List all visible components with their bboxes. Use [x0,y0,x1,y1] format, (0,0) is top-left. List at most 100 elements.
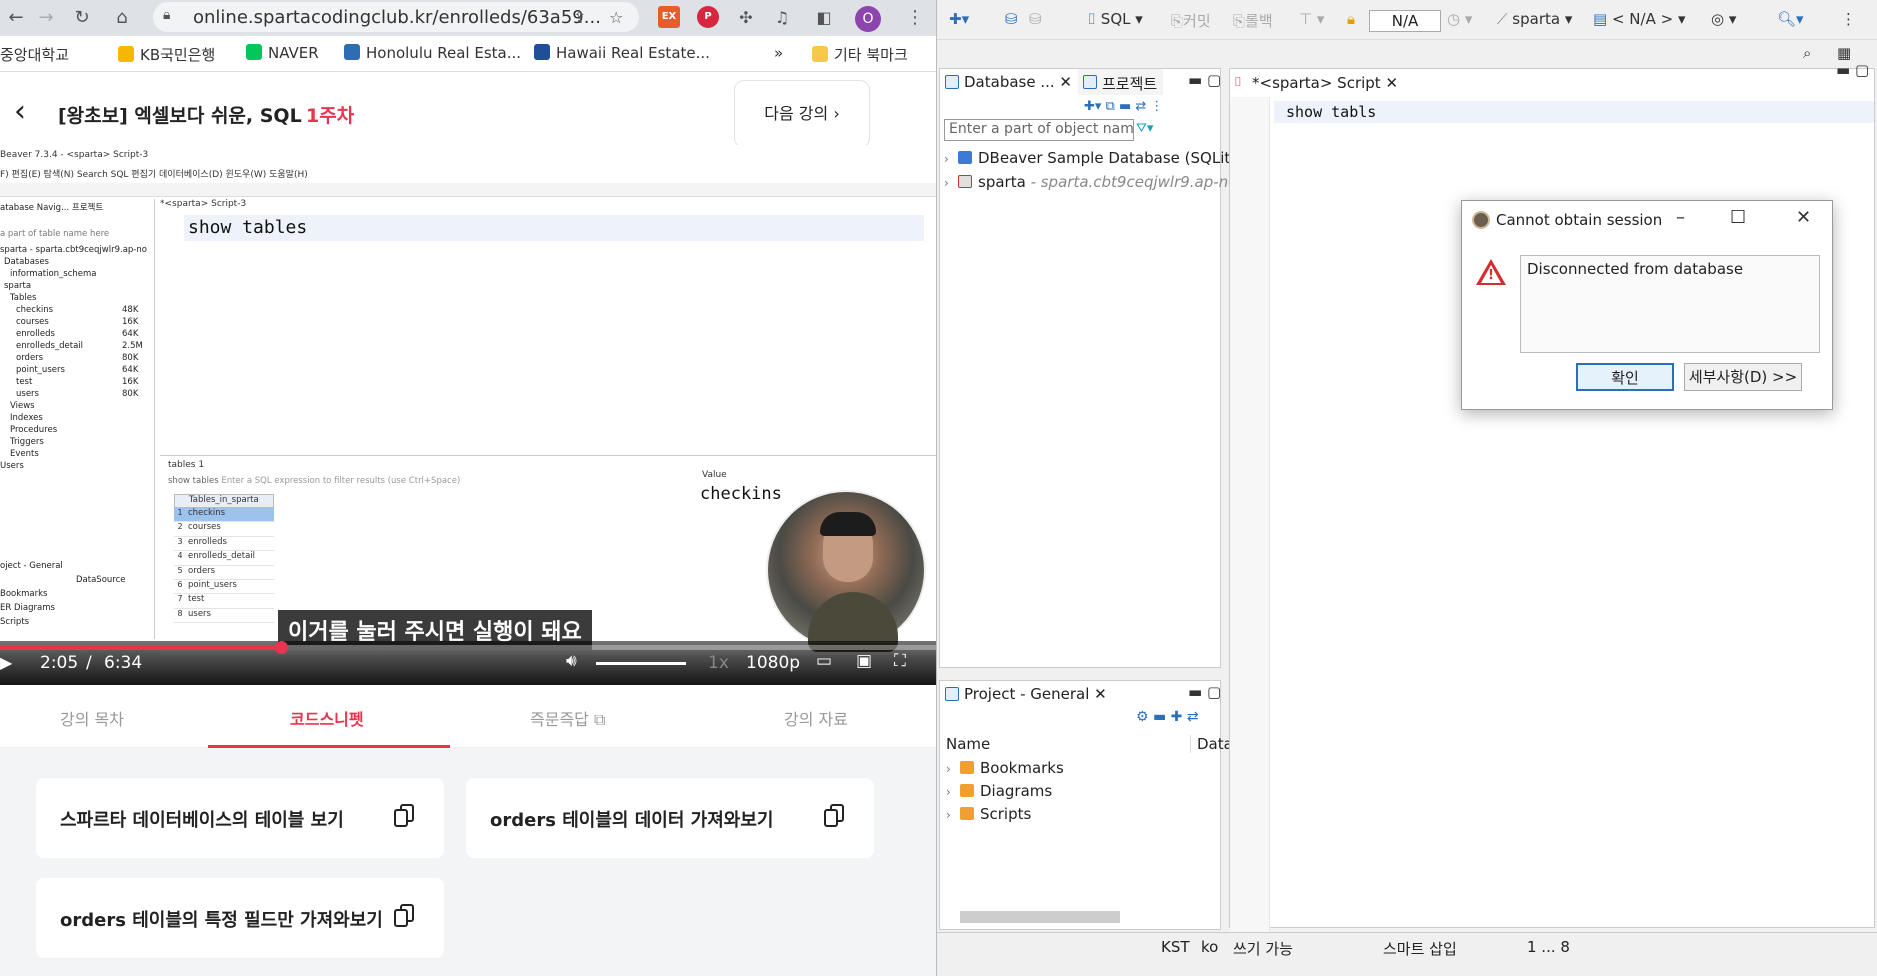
filter-icon[interactable]: ⛛▾ [1136,121,1153,136]
captions-icon[interactable]: ▭ [816,651,832,671]
sql-editor-button[interactable]: ⌷ SQL ▾ [1087,10,1143,28]
minimize-icon[interactable]: ▬ ▢ [1188,683,1221,701]
project-item-diagrams[interactable]: › Diagrams [946,782,1052,800]
result-row[interactable]: 4 enrolleds_detail [174,551,274,566]
ok-button[interactable]: 확인 [1576,363,1674,391]
commit-button[interactable]: ⎘커밋 [1171,10,1211,31]
minimize-icon[interactable]: ▬ ▢ [1836,61,1869,79]
tab-project-general[interactable]: Project - General ✕ [940,681,1113,707]
tab-sql-script[interactable]: ⌷ *<sparta> Script ✕ [1230,69,1407,97]
volume-icon[interactable]: 🔊︎ [566,651,577,671]
result-row[interactable]: 7 test [174,594,274,609]
play-icon[interactable]: ▶ [0,653,12,672]
extensions-puzzle-icon[interactable]: ✣ [734,6,758,30]
tree-item-sample-db[interactable]: › DBeaver Sample Database (SQLite) [944,149,1245,167]
history-icon[interactable]: ◷ ▾ [1447,10,1472,28]
project-item-bookmarks[interactable]: › Bookmarks [946,759,1064,777]
media-control-icon[interactable]: ♫ [770,6,794,30]
home-icon[interactable]: ⌂ [110,6,134,30]
miniplayer-icon[interactable]: ▣ [856,651,872,671]
bookmark-naver[interactable]: NAVER [246,44,319,62]
tab-toc[interactable]: 강의 목차 [60,706,124,730]
bookmark-hawaii[interactable]: Hawaii Real Estate... [534,44,710,62]
overflow-menu-icon[interactable]: ⋮ [1841,10,1856,28]
project-item-scripts[interactable]: › Scripts [946,805,1031,823]
schema-selector[interactable]: ▤ < N/A > ▾ [1593,10,1686,28]
menu-dots-icon[interactable]: ⋮ [903,6,927,30]
transaction-mode-box[interactable]: N/A [1369,10,1441,32]
lock-icon[interactable]: 🔒︎ [1347,10,1355,28]
bookmark-other[interactable]: 기타 북마크 [812,44,908,65]
pinterest-icon[interactable]: P [697,6,719,28]
dashboard-icon[interactable]: ◎ ▾ [1711,10,1736,28]
details-button[interactable]: 세부사항(D) >> [1684,363,1802,391]
project-icon [945,687,959,701]
result-row[interactable]: 2 courses [174,522,274,537]
row-number: 4 [177,551,183,561]
snippet-card[interactable]: 스파르타 데이터베이스의 테이블 보기 [36,778,444,858]
forward-icon[interactable]: → [34,6,58,30]
search-icon[interactable]: ⌕ [1803,44,1811,62]
horizontal-scrollbar[interactable] [960,911,1120,923]
result-row[interactable]: 6 point_users [174,580,274,595]
minimize-icon[interactable]: – [1676,207,1685,228]
reload-icon[interactable]: ↻ [70,6,94,30]
tab-qna[interactable]: 즉문즉답 ⧉ [530,706,605,730]
result-row[interactable]: 1 checkins [174,508,274,523]
fullscreen-icon[interactable]: ⛶ [894,651,906,671]
datasource-selector[interactable]: ⟋ sparta ▾ [1497,10,1572,28]
share-icon[interactable]: ⇪ [573,8,586,27]
tab-database-navigator[interactable]: Database ... ✕ [940,69,1078,95]
copy-icon[interactable] [394,804,414,828]
nav-search-input[interactable]: Enter a part of object name here [944,119,1134,141]
bookmarks-overflow[interactable]: » [774,44,783,62]
address-bar[interactable]: 🔒︎ online.spartacodingclub.kr/enrolleds/… [153,2,639,32]
video-player[interactable]: Beaver 7.3.4 - <sparta> Script-3 F) 편집(E… [0,145,936,685]
extension-ex-icon[interactable]: EX [658,6,680,28]
profile-avatar[interactable]: O [855,6,881,32]
next-lecture-button[interactable]: 다음 강의 › [734,80,870,148]
project-panel: Project - General ✕ ▬ ▢ ⚙ ▬ ✚ ⇄ Name Dat… [939,680,1233,930]
search-icon[interactable]: 🔍︎▾ [1777,10,1804,28]
result-row[interactable]: 8 users [174,609,274,624]
bookmark-honolulu[interactable]: Honolulu Real Esta... [344,44,521,62]
copy-icon[interactable] [394,904,414,928]
speed-label[interactable]: 1x [708,653,729,673]
copy-icon[interactable] [824,804,844,828]
bookmark-star-icon[interactable]: ☆ [609,8,623,27]
mini-tree-item: Views [10,401,35,411]
snippet-card[interactable]: orders 테이블의 특정 필드만 가져와보기 [36,878,444,958]
side-panel-icon[interactable]: ◧ [812,6,836,30]
rollback-button[interactable]: ⎘롤백 [1233,10,1273,31]
connect-icon[interactable]: ✚▾ [949,10,969,28]
disconnect-icon[interactable]: ⛁ [1029,10,1042,28]
editor-code[interactable]: show tabls [1286,103,1376,121]
progress-bar[interactable] [0,641,936,654]
result-row[interactable]: 5 orders [174,566,274,580]
perspective-icon[interactable]: ▦ [1837,44,1851,62]
tab-projects[interactable]: 프로젝트 [1078,69,1164,95]
progress-knob[interactable] [274,641,288,654]
db-nav-icon[interactable]: ⛁ [1005,10,1018,28]
bookmark-cau[interactable]: 중앙대학교 [0,44,69,65]
result-row[interactable]: 3 enrolleds [174,537,274,552]
transaction-mode-icon[interactable]: ⊤ ▾ [1299,10,1324,28]
column-name[interactable]: Name [946,735,990,753]
maximize-icon[interactable]: ☐ [1730,207,1746,228]
snippet-card[interactable]: orders 테이블의 데이터 가져와보기 [466,778,874,858]
volume-slider[interactable] [596,662,686,665]
column-data[interactable]: Data [1190,735,1233,753]
result-cell: enrolleds_detail [188,551,256,562]
tab-materials[interactable]: 강의 자료 [784,706,848,730]
tab-snippets[interactable]: 코드스니펫 [290,706,364,730]
bookmark-kb[interactable]: KB국민은행 [118,44,215,65]
project-toolbar-icons[interactable]: ⚙ ▬ ✚ ⇄ [1136,709,1199,725]
back-chevron-icon[interactable]: ‹ [14,94,26,129]
tree-item-sparta[interactable]: › sparta - sparta.cbt9ceqjwlr9.ap-nor [944,173,1244,191]
minimize-icon[interactable]: ▬ ▢ [1188,71,1221,89]
back-icon[interactable]: ← [4,6,28,30]
mini-project-item: ER Diagrams [0,603,55,613]
quality-label[interactable]: 1080p [746,653,800,673]
nav-toolbar-icons[interactable]: ✚▾ ⧉ ▬ ⇄ ⋮ [1084,99,1163,114]
close-icon[interactable]: ✕ [1796,207,1811,228]
